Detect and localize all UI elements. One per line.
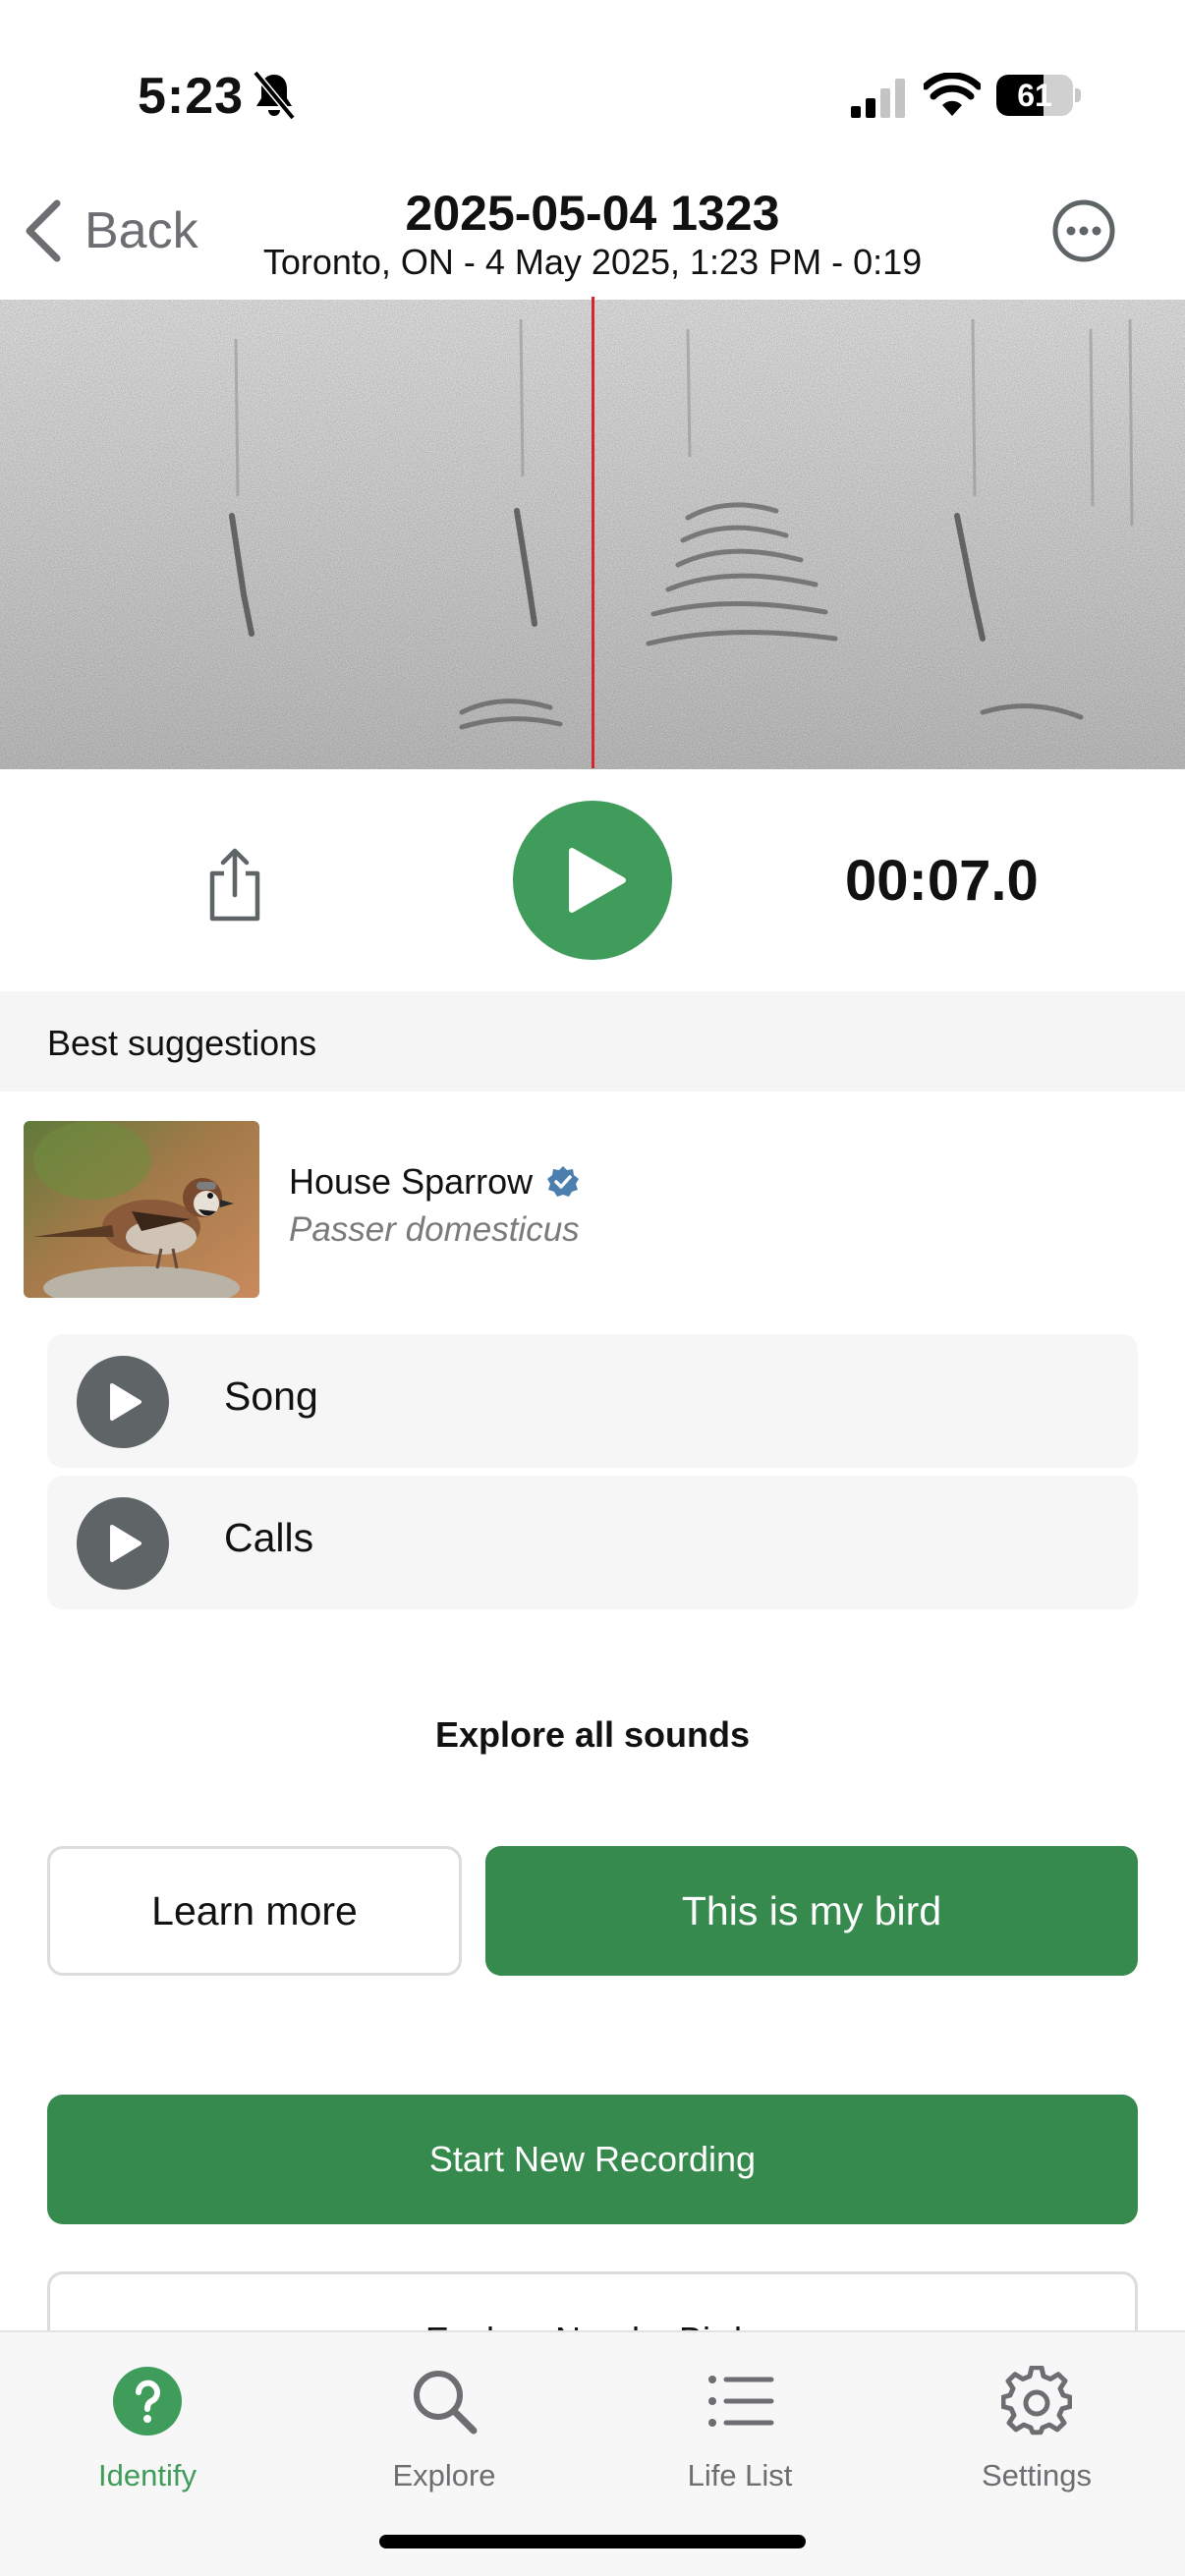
play-icon	[110, 1383, 141, 1421]
cellular-signal-icon	[851, 79, 905, 118]
identify-question-icon	[113, 2367, 182, 2436]
suggestions-header: Best suggestions	[0, 991, 1185, 1092]
tab-settings[interactable]: Settings	[938, 2352, 1135, 2492]
battery-percent: 61	[1017, 78, 1052, 113]
start-new-recording-button[interactable]: Start New Recording	[47, 2095, 1138, 2224]
tab-settings-label: Settings	[981, 2458, 1092, 2492]
tab-explore[interactable]: Explore	[346, 2352, 542, 2492]
recording-title: 2025-05-04 1323	[405, 186, 780, 241]
tab-life-list[interactable]: Life List	[642, 2352, 838, 2492]
tab-life-list-label: Life List	[687, 2458, 793, 2492]
playhead-marker[interactable]	[592, 297, 594, 768]
verified-check-icon	[547, 1166, 580, 1197]
bird-common-name[interactable]: House Sparrow	[289, 1161, 580, 1203]
more-options-icon[interactable]	[1051, 198, 1116, 263]
recording-subtitle: Toronto, ON - 4 May 2025, 1:23 PM - 0:19	[262, 242, 923, 282]
bird-common-name-label: House Sparrow	[289, 1161, 534, 1202]
gear-icon	[1001, 2366, 1072, 2436]
home-indicator[interactable]	[379, 2535, 806, 2548]
status-bar: 5:23 61	[0, 0, 1185, 177]
play-song-button[interactable]	[77, 1356, 169, 1448]
play-icon	[569, 848, 626, 913]
tab-identify-label: Identify	[98, 2458, 197, 2492]
battery-indicator: 61	[996, 75, 1081, 116]
sound-label-calls: Calls	[224, 1515, 314, 1560]
sound-row-song[interactable]: Song	[47, 1334, 1138, 1468]
tab-identify[interactable]: Identify	[49, 2352, 246, 2492]
bird-photo[interactable]	[24, 1121, 259, 1298]
search-icon	[414, 2371, 478, 2435]
playback-time: 00:07.0	[845, 849, 1039, 913]
suggestions-header-label: Best suggestions	[47, 1023, 317, 1063]
status-time: 5:23	[138, 68, 245, 125]
play-calls-button[interactable]	[77, 1497, 169, 1590]
house-sparrow-photo	[24, 1121, 259, 1298]
bell-muted-icon	[253, 71, 296, 121]
play-icon	[110, 1525, 141, 1562]
wifi-icon	[924, 73, 981, 116]
play-recording-button[interactable]	[513, 801, 672, 960]
playback-controls: 00:07.0	[0, 769, 1185, 991]
learn-more-button[interactable]: Learn more	[47, 1846, 462, 1976]
sound-row-calls[interactable]: Calls	[47, 1476, 1138, 1609]
list-icon	[708, 2376, 774, 2427]
bird-scientific-name: Passer domesticus	[289, 1210, 580, 1249]
tab-explore-label: Explore	[392, 2458, 496, 2492]
navigation-header: Back 2025-05-04 1323 Toronto, ON - 4 May…	[0, 177, 1185, 300]
explore-all-sounds-link[interactable]: Explore all sounds	[0, 1714, 1185, 1756]
sound-label-song: Song	[224, 1373, 318, 1419]
this-is-my-bird-button[interactable]: This is my bird	[485, 1846, 1138, 1976]
share-icon[interactable]	[202, 846, 267, 924]
